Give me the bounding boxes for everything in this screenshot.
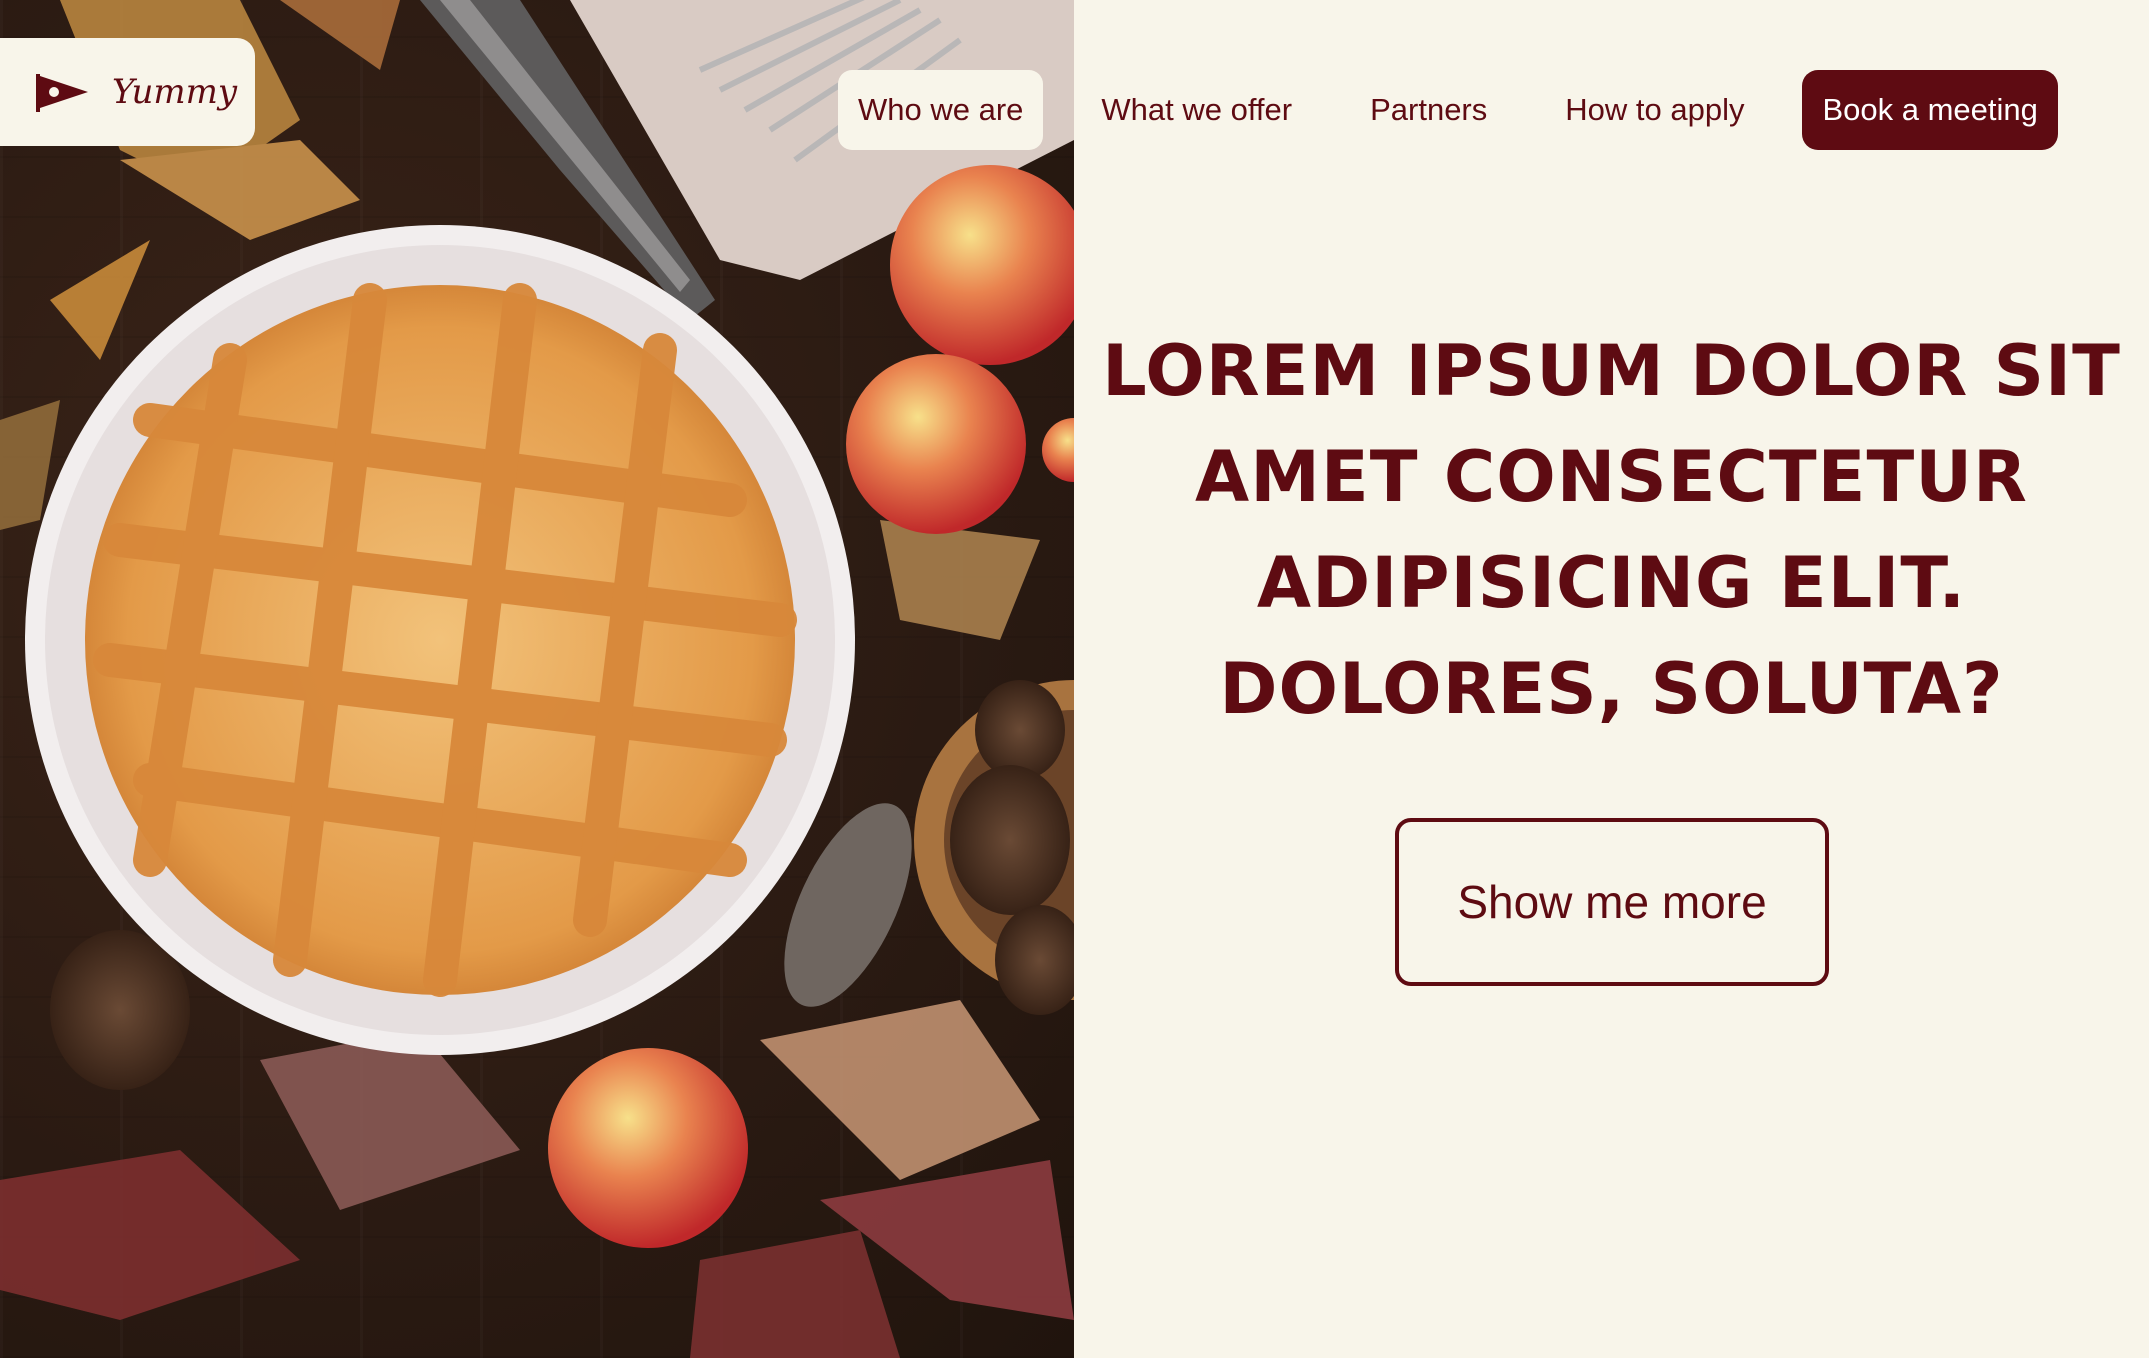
nav-how-to-apply[interactable]: How to apply (1545, 70, 1764, 150)
hero-headline: LOREM IPSUM DOLOR SIT AMET CONSECTETUR A… (1102, 330, 2121, 730)
nav-who-we-are[interactable]: Who we are (838, 70, 1044, 150)
main-nav: Who we are What we offer Partners How to… (838, 70, 2058, 150)
nav-partners[interactable]: Partners (1350, 70, 1507, 150)
logo[interactable]: Yummy (0, 38, 255, 146)
hero-image (0, 0, 1074, 1358)
brand-name: Yummy (112, 72, 238, 112)
nav-what-we-offer[interactable]: What we offer (1081, 70, 1312, 150)
show-more-button[interactable]: Show me more (1395, 818, 1829, 986)
book-meeting-button[interactable]: Book a meeting (1802, 70, 2058, 150)
play-flag-icon (36, 74, 88, 112)
